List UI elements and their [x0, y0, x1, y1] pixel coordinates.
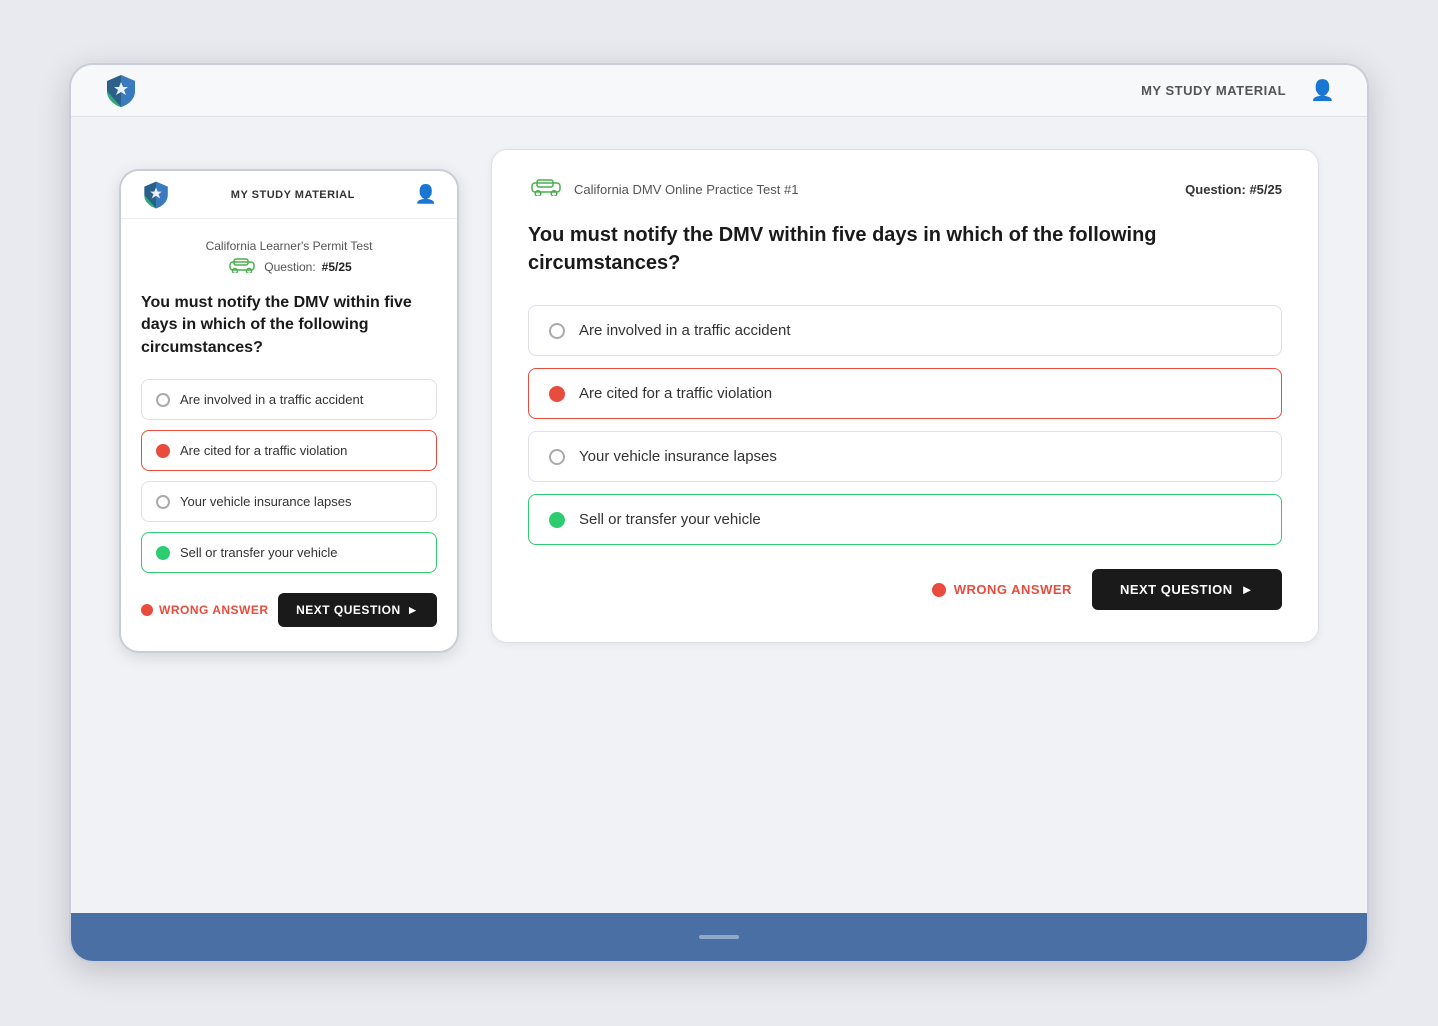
outer-content: MY STUDY MATERIAL 👤 California Learner's… [71, 117, 1367, 961]
phone-radio-1 [156, 393, 170, 407]
phone-question-label: Question: [264, 260, 315, 274]
phone-test-header: California Learner's Permit Test Questio… [141, 239, 437, 276]
desktop-car-icon [528, 178, 564, 201]
phone-answer-2[interactable]: Are cited for a traffic violation [141, 430, 437, 471]
desktop-answer-4[interactable]: Sell or transfer your vehicle [528, 494, 1282, 545]
phone-answer-1[interactable]: Are involved in a traffic accident [141, 379, 437, 420]
desktop-question-num: #5/25 [1249, 182, 1282, 197]
phone-next-arrow: ► [407, 603, 419, 617]
desktop-wrong-label: WRONG ANSWER [954, 582, 1072, 597]
phone-topbar: MY STUDY MATERIAL 👤 [121, 171, 457, 219]
desktop-question-meta: Question: #5/25 [1185, 182, 1282, 197]
outer-bottom-bar [71, 913, 1367, 961]
phone-answer-4[interactable]: Sell or transfer your vehicle [141, 532, 437, 573]
phone-wrong-label: WRONG ANSWER [159, 603, 269, 617]
desktop-next-arrow: ► [1241, 582, 1254, 597]
bottom-bar-indicator [699, 935, 739, 939]
desktop-wrong-answer: WRONG ANSWER [932, 582, 1072, 597]
phone-answer-3-text: Your vehicle insurance lapses [180, 494, 352, 509]
phone-radio-3 [156, 495, 170, 509]
desktop-test-left: California DMV Online Practice Test #1 [528, 178, 798, 201]
phone-radio-2 [156, 444, 170, 458]
phone-next-label: NEXT QUESTION [296, 603, 401, 617]
desktop-radio-4 [549, 512, 565, 528]
phone-wrong-answer: WRONG ANSWER [141, 603, 269, 617]
desktop-question-label: Question: [1185, 182, 1246, 197]
phone-title: MY STUDY MATERIAL [231, 189, 355, 201]
desktop-answer-3-text: Your vehicle insurance lapses [579, 448, 777, 465]
phone-content: California Learner's Permit Test Questio… [121, 219, 457, 651]
desktop-answer-2-text: Are cited for a traffic violation [579, 385, 772, 402]
phone-device: MY STUDY MATERIAL 👤 California Learner's… [119, 169, 459, 653]
phone-test-name: California Learner's Permit Test [141, 239, 437, 253]
outer-nav-label: MY STUDY MATERIAL [1141, 83, 1286, 98]
outer-device: MY STUDY MATERIAL 👤 MY STUDY MATERIAL 👤 [69, 63, 1369, 963]
phone-question-num-value: #5/25 [322, 260, 352, 274]
phone-user-icon[interactable]: 👤 [415, 184, 437, 205]
desktop-answer-2[interactable]: Are cited for a traffic violation [528, 368, 1282, 419]
phone-answer-4-text: Sell or transfer your vehicle [180, 545, 338, 560]
desktop-test-name: California DMV Online Practice Test #1 [574, 182, 798, 197]
desktop-question: You must notify the DMV within five days… [528, 221, 1228, 277]
phone-wrong-dot [141, 604, 153, 616]
app-logo [103, 73, 139, 109]
desktop-answer-1-text: Are involved in a traffic accident [579, 322, 791, 339]
phone-radio-4 [156, 546, 170, 560]
phone-next-button[interactable]: NEXT QUESTION ► [278, 593, 437, 627]
outer-nav: MY STUDY MATERIAL 👤 [1141, 78, 1335, 103]
desktop-panel: California DMV Online Practice Test #1 Q… [491, 149, 1319, 643]
outer-topbar: MY STUDY MATERIAL 👤 [71, 65, 1367, 117]
desktop-footer: WRONG ANSWER NEXT QUESTION ► [528, 569, 1282, 610]
desktop-panel-content: California DMV Online Practice Test #1 Q… [492, 150, 1318, 642]
desktop-next-button[interactable]: NEXT QUESTION ► [1092, 569, 1282, 610]
desktop-radio-1 [549, 323, 565, 339]
desktop-answer-4-text: Sell or transfer your vehicle [579, 511, 761, 528]
desktop-answer-1[interactable]: Are involved in a traffic accident [528, 305, 1282, 356]
phone-footer: WRONG ANSWER NEXT QUESTION ► [141, 589, 437, 627]
phone-answer-3[interactable]: Your vehicle insurance lapses [141, 481, 437, 522]
phone-question-num: Question: #5/25 [141, 257, 437, 276]
outer-user-icon[interactable]: 👤 [1310, 78, 1335, 103]
desktop-answer-3[interactable]: Your vehicle insurance lapses [528, 431, 1282, 482]
desktop-test-header: California DMV Online Practice Test #1 Q… [528, 178, 1282, 201]
phone-answer-1-text: Are involved in a traffic accident [180, 392, 363, 407]
desktop-wrong-dot [932, 583, 946, 597]
phone-car-icon [226, 257, 258, 276]
phone-answer-2-text: Are cited for a traffic violation [180, 443, 347, 458]
phone-logo [141, 180, 171, 210]
phone-question: You must notify the DMV within five days… [141, 292, 437, 359]
desktop-radio-2 [549, 386, 565, 402]
desktop-radio-3 [549, 449, 565, 465]
desktop-next-label: NEXT QUESTION [1120, 582, 1233, 597]
